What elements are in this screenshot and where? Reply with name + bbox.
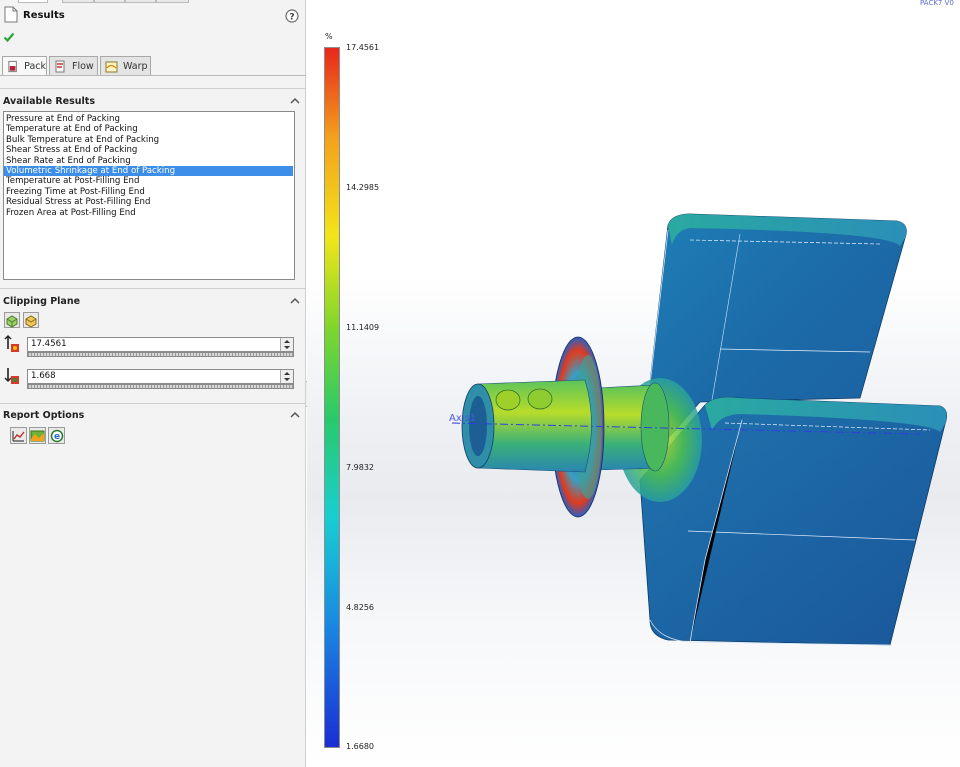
report-image-button[interactable]	[29, 427, 46, 444]
upper-limit-stepper[interactable]	[280, 338, 293, 351]
available-results-title: Available Results	[3, 96, 95, 107]
chevron-up-icon[interactable]	[290, 97, 300, 104]
chevron-up-icon[interactable]	[290, 297, 300, 304]
divider	[0, 288, 306, 289]
part-model[interactable]: Axis1	[307, 0, 960, 767]
lower-limit-value: 1.668	[31, 371, 56, 381]
upper-limit-icon	[4, 335, 19, 352]
result-list-item[interactable]: Frozen Area at Post-Filling End	[4, 208, 293, 218]
result-list-item[interactable]: Freezing Time at Post-Filling End	[4, 187, 293, 197]
divider	[0, 88, 306, 89]
result-list-item[interactable]: Temperature at Post-Filling End	[4, 176, 293, 186]
result-list-item[interactable]: Residual Stress at Post-Filling End	[4, 197, 293, 207]
tab-flow-label: Flow	[72, 60, 94, 72]
upper-limit-input[interactable]: 17.4561	[27, 337, 294, 352]
report-chart-button[interactable]	[10, 427, 27, 444]
result-list-item[interactable]: Volumetric Shrinkage at End of Packing	[4, 165, 293, 177]
upper-limit-slider[interactable]	[27, 352, 294, 357]
result-list-item[interactable]: Shear Stress at End of Packing	[4, 145, 293, 155]
chevron-up-icon[interactable]	[290, 411, 300, 418]
panel-title: Results	[23, 10, 65, 21]
lower-limit-icon	[4, 368, 19, 384]
result-list-item[interactable]: Shear Rate at End of Packing	[4, 156, 293, 166]
tab-pack[interactable]: Pack	[2, 56, 47, 76]
report-web-button[interactable]: e	[48, 427, 65, 444]
cap-plane-icon	[25, 315, 37, 328]
upper-limit-value: 17.4561	[31, 339, 67, 349]
chart-report-icon	[12, 431, 25, 442]
property-manager-panel: Results ? Pack Flow Warp Available Resul…	[0, 0, 306, 767]
lower-limit-slider[interactable]	[27, 384, 294, 389]
clipping-plane-title: Clipping Plane	[3, 296, 81, 307]
image-report-icon	[30, 430, 45, 442]
report-options-title: Report Options	[3, 410, 85, 421]
axis-label: Axis1	[449, 413, 476, 424]
tab-warp-label: Warp	[123, 60, 148, 72]
warp-icon	[105, 61, 118, 72]
divider	[0, 403, 306, 404]
web-report-icon: e	[50, 429, 64, 443]
pack-icon	[8, 60, 17, 73]
lower-limit-input[interactable]: 1.668	[27, 369, 294, 384]
tab-flow[interactable]: Flow	[49, 56, 98, 75]
checkmark-icon[interactable]	[3, 31, 15, 43]
document-icon	[4, 6, 18, 23]
available-results-list[interactable]: Pressure at End of Packing Temperature at…	[3, 111, 295, 280]
result-list-item[interactable]: Temperature at End of Packing	[4, 124, 293, 134]
clip-plane-cap-button[interactable]	[23, 312, 39, 328]
panel-top-tabs[interactable]	[0, 0, 306, 3]
nozzle-cylinder	[461, 379, 592, 473]
result-list-item[interactable]: Pressure at End of Packing	[4, 114, 293, 124]
section-view-icon	[6, 315, 18, 328]
tab-divider	[0, 75, 306, 76]
lower-limit-stepper[interactable]	[280, 370, 293, 383]
svg-text:?: ?	[289, 13, 294, 23]
result-list-item[interactable]: Bulk Temperature at End of Packing	[4, 135, 293, 145]
clip-plane-toggle-button[interactable]	[4, 312, 20, 328]
svg-text:e: e	[54, 432, 60, 442]
tab-pack-label: Pack	[24, 61, 46, 72]
help-icon[interactable]: ?	[285, 9, 299, 23]
flow-icon	[55, 60, 65, 72]
tab-warp[interactable]: Warp	[100, 56, 151, 75]
